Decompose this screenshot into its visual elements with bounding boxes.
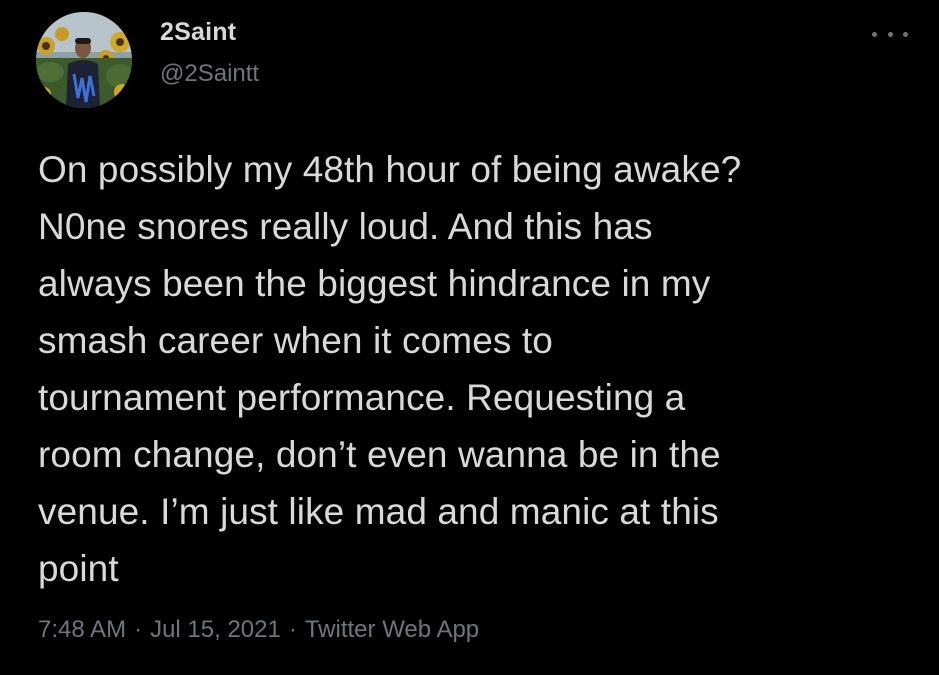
user-handle[interactable]: @2Saintt: [160, 60, 259, 88]
more-dot: [872, 31, 877, 37]
more-dot: [887, 31, 893, 37]
separator: ·: [134, 616, 143, 643]
tweet-time[interactable]: 7:48 AM: [38, 616, 126, 643]
tweet-date[interactable]: Jul 15, 2021: [150, 616, 281, 643]
tweet-metadata: 7:48 AM · Jul 15, 2021 · Twitter Web App: [38, 616, 479, 644]
avatar[interactable]: [36, 12, 132, 108]
tweet-card: 2Saint @2Saintt On possibly my 48th hour…: [0, 0, 939, 675]
tweet-source[interactable]: Twitter Web App: [305, 616, 479, 643]
more-horizontal-icon[interactable]: [872, 22, 908, 46]
display-name[interactable]: 2Saint: [160, 18, 236, 47]
avatar-photo: [36, 12, 132, 108]
tweet-text: On possibly my 48th hour of being awake?…: [38, 149, 742, 589]
more-dot: [903, 31, 908, 37]
separator: ·: [288, 616, 297, 643]
